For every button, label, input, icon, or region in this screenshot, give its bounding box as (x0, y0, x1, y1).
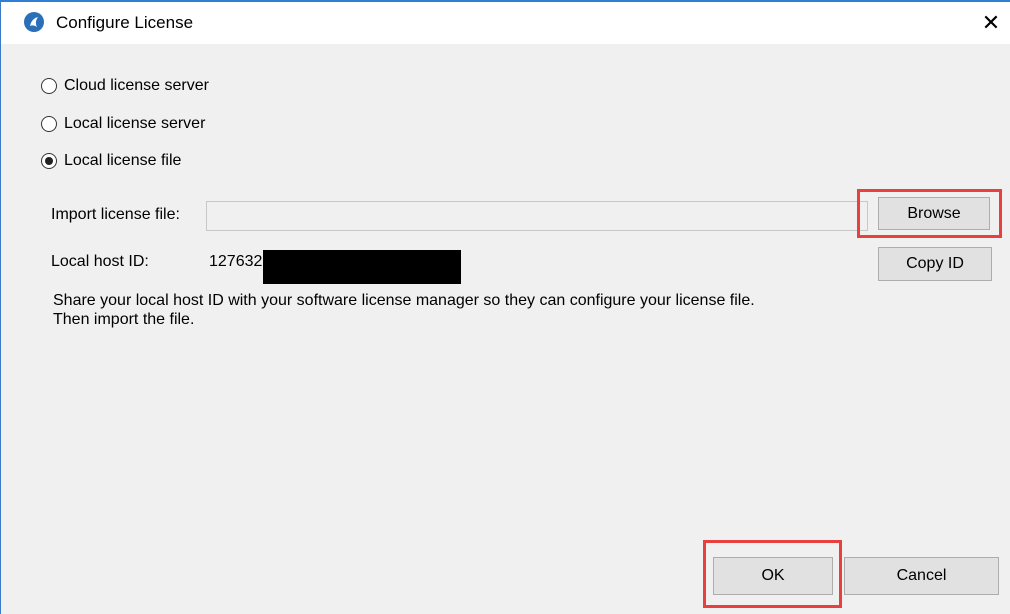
browse-button[interactable]: Browse (878, 197, 990, 230)
title-bar: Configure License ✕ (1, 2, 1010, 44)
instruction-line-1: Share your local host ID with your softw… (53, 292, 755, 309)
cancel-button[interactable]: Cancel (844, 557, 999, 595)
radio-button-selected[interactable] (41, 153, 57, 169)
app-logo-icon (24, 12, 44, 32)
dialog-title: Configure License (56, 13, 194, 32)
radio-label: Cloud license server (64, 77, 209, 94)
radio-label: Local license server (64, 115, 206, 132)
close-icon: ✕ (981, 10, 1001, 35)
import-license-file-field[interactable] (206, 201, 868, 231)
radio-local-license-server[interactable]: Local license server (41, 115, 205, 133)
radio-label: Local license file (64, 152, 182, 169)
radio-local-license-file[interactable]: Local license file (41, 152, 181, 170)
redaction-bar (263, 250, 461, 284)
ok-button[interactable]: OK (713, 557, 833, 595)
copy-id-button[interactable]: Copy ID (878, 247, 992, 281)
import-license-file-label: Import license file: (51, 206, 180, 223)
radio-cloud-license-server[interactable]: Cloud license server (41, 77, 209, 95)
local-host-id-label: Local host ID: (51, 253, 149, 270)
configure-license-dialog: Configure License ✕ Cloud license server… (0, 0, 1010, 614)
dialog-body: Cloud license server Local license serve… (1, 44, 1010, 614)
close-button[interactable]: ✕ (971, 2, 1010, 44)
instruction-text: Share your local host ID with your softw… (53, 291, 755, 329)
instruction-line-2: Then import the file. (53, 311, 195, 328)
radio-button[interactable] (41, 116, 57, 132)
local-host-id-value: 127632 (209, 253, 263, 270)
radio-button[interactable] (41, 78, 57, 94)
